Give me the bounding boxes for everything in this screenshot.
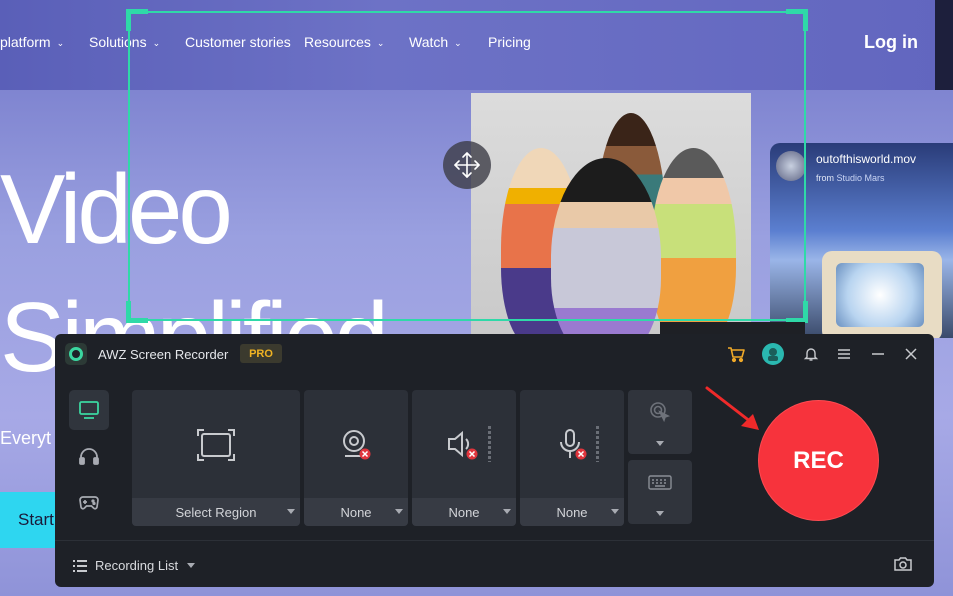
list-icon [73,559,87,572]
headphones-icon [79,448,99,465]
game-mode-button[interactable] [69,482,109,522]
chevron-down-icon: ⌄ [56,37,65,48]
gamepad-icon [79,496,99,510]
bottom-bar: Recording List [55,540,934,587]
caret-down-icon [187,563,196,568]
video-card-from: from Studio Mars [816,173,885,183]
television-screen [836,263,924,327]
avatar-icon[interactable] [762,343,784,365]
region-icon [196,428,236,467]
resize-handle-top-right[interactable] [786,9,808,31]
nav-label: platform [0,34,51,50]
hero-subtitle: Everyt [0,428,52,448]
resize-handle-top-left[interactable] [126,9,148,31]
cursor-effect-panel[interactable] [628,390,692,454]
select-region-panel[interactable]: Select Region [132,390,300,526]
caret-down-icon [395,509,403,514]
screen-mode-button[interactable] [69,390,109,430]
app-logo-icon [65,343,87,365]
screen-recorder-window: AWZ Screen Recorder PRO Select Region No… [55,334,934,587]
keyboard-icon [648,475,672,490]
title-bar[interactable]: AWZ Screen Recorder PRO [55,334,934,374]
close-icon[interactable] [902,345,920,363]
caret-down-icon [656,441,664,446]
nav-item-platform[interactable]: platform ⌄ [0,34,64,50]
monitor-icon [79,401,99,419]
television-image [822,251,942,338]
webcam-icon [339,428,373,467]
system-audio-label: None [448,504,480,520]
webcam-dropdown[interactable]: None [304,498,408,526]
resize-handle-bottom-right[interactable] [786,301,808,323]
minimize-icon[interactable] [869,345,887,363]
system-audio-panel[interactable]: None [412,390,516,526]
region-dropdown[interactable]: Select Region [132,498,300,526]
microphone-panel[interactable]: None [520,390,624,526]
login-link[interactable]: Log in [864,32,918,53]
from-prefix: from [816,173,834,183]
overlay-strip [660,322,805,334]
system-audio-dropdown[interactable]: None [412,498,516,526]
caret-down-icon [656,511,664,516]
caret-down-icon [611,509,619,514]
keystroke-panel[interactable] [628,460,692,524]
region-label: Select Region [175,504,257,520]
webcam-label: None [340,504,372,520]
webcam-panel[interactable]: None [304,390,408,526]
rec-button[interactable]: REC [759,401,878,520]
from-name: Studio Mars [836,173,885,183]
move-icon[interactable] [443,141,491,189]
recording-list-button[interactable]: Recording List [73,558,196,573]
microphone-label: None [556,504,588,520]
screenshot-camera-icon[interactable] [893,556,913,577]
audio-mode-button[interactable] [69,436,109,476]
speaker-icon [446,428,482,467]
audio-level-meter [488,426,491,462]
mode-sidebar [69,390,111,528]
caret-down-icon [503,509,511,514]
annotation-arrow-icon [705,386,759,430]
recording-list-label: Recording List [95,558,179,573]
app-title: AWZ Screen Recorder [98,347,229,362]
cursor-click-icon [650,402,671,423]
nav-edge [935,0,953,90]
resize-handle-bottom-left[interactable] [126,301,148,323]
microphone-icon [555,428,589,467]
menu-icon[interactable] [835,345,853,363]
caret-down-icon [287,509,295,514]
cart-icon[interactable] [727,345,745,363]
mic-level-meter [596,426,599,462]
bell-icon[interactable] [802,345,820,363]
video-card-title: outofthisworld.mov [816,152,917,166]
pro-badge[interactable]: PRO [240,344,282,363]
microphone-dropdown[interactable]: None [520,498,624,526]
